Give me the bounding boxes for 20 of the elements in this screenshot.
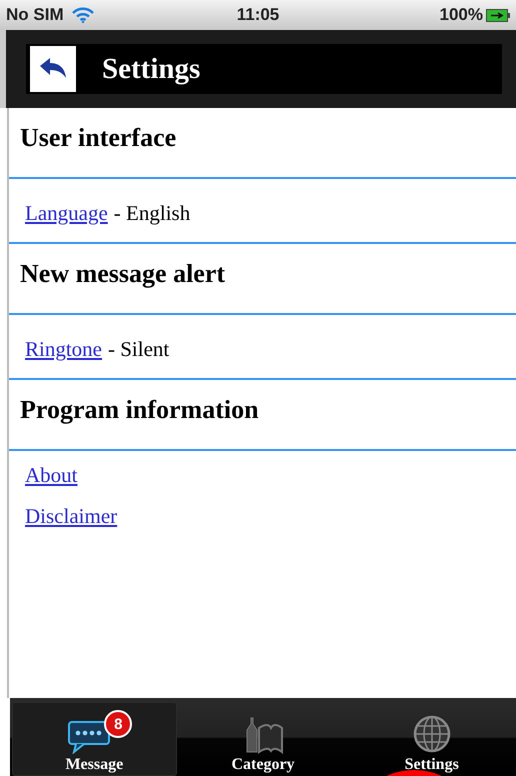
page-title: Settings	[102, 52, 200, 86]
section-heading: New message alert	[9, 244, 516, 315]
wifi-icon	[72, 7, 94, 23]
battery-label: 100%	[440, 5, 483, 25]
setting-link[interactable]: Disclaimer	[25, 504, 118, 529]
setting-link[interactable]: About	[25, 463, 78, 488]
setting-value: - English	[114, 201, 190, 226]
carrier-label: No SIM	[6, 5, 64, 25]
section-heading: User interface	[9, 108, 516, 179]
section-heading: Program information	[9, 380, 516, 451]
setting-link[interactable]: Ringtone	[25, 337, 102, 362]
count-badge: 8	[104, 710, 132, 738]
setting-link[interactable]: Language	[25, 201, 108, 226]
setting-value: - Silent	[108, 337, 170, 362]
back-button[interactable]	[30, 46, 76, 92]
globe-icon	[412, 714, 452, 754]
clock-label: 11:05	[236, 5, 280, 25]
tab[interactable]: 8 Message	[12, 702, 177, 776]
battery-icon	[486, 8, 510, 22]
tab[interactable]: Category	[180, 702, 346, 776]
